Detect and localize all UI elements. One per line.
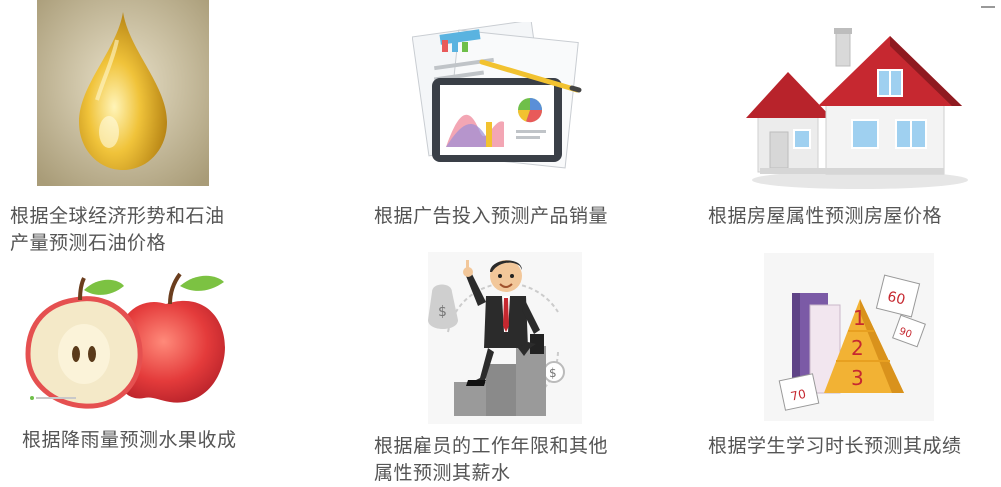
caption-house: 根据房屋属性预测房屋价格 (708, 205, 943, 227)
svg-text:$: $ (438, 304, 447, 320)
svg-text:3: 3 (851, 366, 864, 390)
svg-text:2: 2 (851, 336, 864, 360)
caption-grades: 根据学生学习时长预测其成绩 (708, 435, 962, 457)
svg-text:$: $ (549, 366, 557, 380)
oil-drop-image (37, 0, 209, 186)
grade-pyramid-icon: 1 2 3 60 70 90 (764, 253, 934, 421)
caption-ad-sales: 根据广告投入预测产品销量 (374, 205, 609, 227)
caption-fruit: 根据降雨量预测水果收成 (22, 429, 237, 451)
apple-icon (25, 272, 225, 409)
tablet-chart-image (412, 22, 584, 182)
caption-salary: 根据雇员的工作年限和其他 属性预测其薪水 (374, 435, 609, 484)
caption-oil: 根据全球经济形势和石油 产量预测石油价格 (10, 205, 225, 254)
corner-mark (981, 0, 995, 8)
tablet-chart-icon (412, 22, 582, 169)
apple-image (18, 270, 236, 410)
house-icon (746, 28, 968, 189)
oil-drop-icon (37, 0, 209, 186)
businessman-stairs-icon: $ $ (428, 252, 582, 424)
house-image (740, 22, 972, 190)
grade-pyramid-image: 1 2 3 60 70 90 (764, 253, 934, 421)
businessman-image: $ $ (428, 252, 582, 424)
svg-text:1: 1 (853, 306, 866, 330)
